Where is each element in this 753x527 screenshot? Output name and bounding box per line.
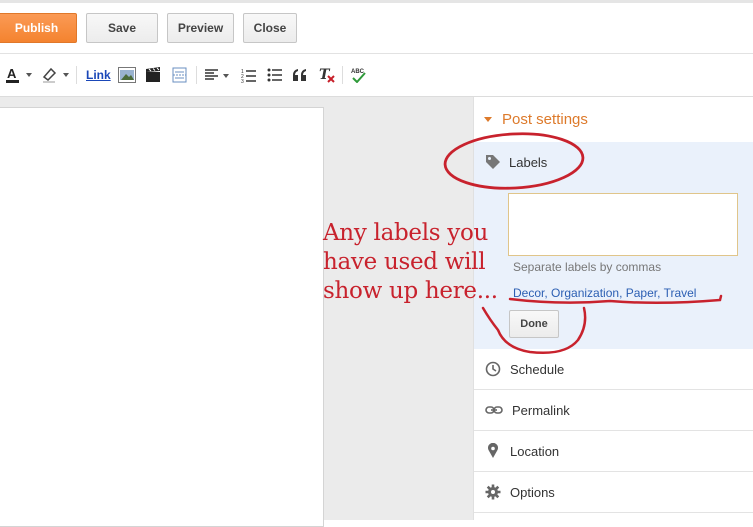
- editor-workarea: [0, 97, 473, 527]
- sidebar-item-permalink[interactable]: Permalink: [474, 390, 753, 431]
- bulleted-list-icon: [267, 68, 282, 82]
- spell-check-icon: ABC: [351, 69, 366, 83]
- labels-panel: Labels Separate labels by commas Decor, …: [474, 142, 753, 349]
- post-settings-title: Post settings: [502, 111, 588, 128]
- post-editor-header: Publish Save Preview Close: [0, 0, 753, 54]
- insert-image-button[interactable]: [118, 66, 136, 84]
- existing-label[interactable]: Organization: [551, 286, 619, 300]
- existing-label[interactable]: Decor: [513, 286, 544, 300]
- annotation-note: Any labels you have used will show up he…: [323, 219, 513, 306]
- sidebar-item-options[interactable]: Options: [474, 472, 753, 513]
- jump-break-icon: [172, 67, 187, 83]
- sidebar-item-label: Schedule: [510, 361, 565, 377]
- post-settings-header[interactable]: Post settings: [484, 111, 588, 128]
- bulleted-list-button[interactable]: [267, 66, 283, 84]
- sidebar-item-label: Permalink: [512, 402, 570, 418]
- post-body-editor[interactable]: [0, 107, 324, 527]
- insert-video-button[interactable]: [145, 66, 161, 84]
- text-color-button[interactable]: A: [6, 66, 34, 84]
- save-button[interactable]: Save: [86, 13, 158, 43]
- align-left-icon: [205, 69, 229, 80]
- video-clapper-icon: [146, 67, 160, 82]
- link-label: Link: [86, 68, 111, 82]
- highlighter-icon: [42, 67, 69, 83]
- clock-icon: [485, 361, 501, 377]
- annotation-line: have used will: [323, 249, 486, 275]
- clear-formatting-icon: T: [319, 67, 335, 83]
- toolbar-divider: [196, 66, 197, 84]
- quote-button[interactable]: [292, 66, 308, 84]
- image-icon: [118, 67, 136, 83]
- sidebar-item-location[interactable]: Location: [474, 431, 753, 472]
- post-settings-sidebar: Post settings Labels Separate labels by …: [473, 97, 753, 520]
- numbered-list-icon: 1 2 3: [241, 69, 256, 83]
- done-button[interactable]: Done: [509, 310, 559, 338]
- highlight-color-button[interactable]: [42, 66, 72, 84]
- quote-icon: [293, 69, 306, 81]
- toolbar-divider: [342, 66, 343, 84]
- insert-jump-break-button[interactable]: [172, 66, 188, 84]
- alignment-button[interactable]: [204, 66, 232, 84]
- sidebar-item-label: Options: [510, 484, 555, 500]
- formatting-toolbar: A Link 1 2 3 T ABC: [0, 54, 753, 97]
- annotation-line: Any labels you: [323, 220, 489, 246]
- map-pin-icon: [488, 443, 498, 458]
- existing-label[interactable]: Travel: [664, 286, 697, 300]
- gear-icon: [485, 484, 501, 500]
- link-icon: [485, 406, 503, 414]
- labels-title: Labels: [509, 154, 548, 170]
- numbered-list-button[interactable]: 1 2 3: [241, 66, 257, 84]
- svg-text:A: A: [7, 66, 17, 81]
- sidebar-item-schedule[interactable]: Schedule: [474, 349, 753, 390]
- link-button[interactable]: Link: [86, 66, 111, 84]
- sidebar-item-label: Location: [510, 443, 560, 459]
- labels-header[interactable]: Labels: [485, 154, 547, 170]
- preview-button[interactable]: Preview: [167, 13, 234, 43]
- collapse-triangle-icon: [484, 117, 492, 122]
- labels-input[interactable]: [508, 193, 738, 256]
- annotation-line: show up here...: [323, 278, 498, 304]
- close-button[interactable]: Close: [243, 13, 297, 43]
- existing-labels-list: Decor, Organization, Paper, Travel: [513, 286, 697, 300]
- toolbar-divider: [76, 66, 77, 84]
- remove-formatting-button[interactable]: T: [319, 66, 335, 84]
- labels-hint: Separate labels by commas: [513, 260, 662, 274]
- tag-icon: [486, 155, 500, 169]
- svg-text:3: 3: [241, 79, 244, 83]
- text-color-icon: A: [6, 66, 32, 83]
- svg-text:ABC: ABC: [351, 69, 365, 75]
- existing-label[interactable]: Paper: [626, 286, 657, 300]
- spell-check-button[interactable]: ABC: [351, 66, 367, 84]
- publish-button[interactable]: Publish: [0, 13, 77, 43]
